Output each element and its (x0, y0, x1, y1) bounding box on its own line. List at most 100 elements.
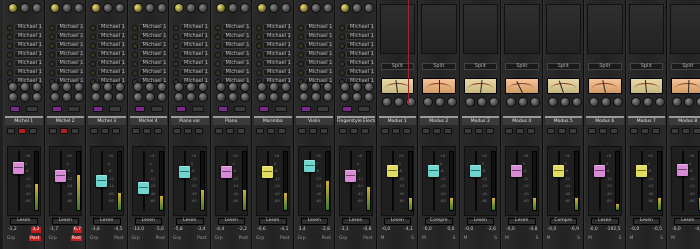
insert-slot[interactable]: Michael 1 (55, 24, 83, 31)
post-label[interactable]: S (619, 236, 622, 241)
gain-knob[interactable] (21, 4, 29, 12)
send-knob[interactable] (9, 83, 17, 91)
volume-fader[interactable] (386, 165, 398, 177)
output-knob[interactable] (673, 98, 681, 106)
mute-button[interactable] (297, 128, 306, 134)
volume-value[interactable]: -0,0 (381, 227, 392, 233)
insert-slot[interactable]: Michael 1 (346, 60, 374, 67)
post-label[interactable]: Post (322, 236, 331, 241)
insert-slot[interactable]: Michael 1 (346, 42, 374, 49)
gain-knob[interactable] (341, 4, 349, 12)
insert-slot[interactable]: Michael 1 (221, 24, 249, 31)
volume-value[interactable]: -4,4 (215, 227, 226, 233)
post-label[interactable]: Post (29, 236, 41, 241)
insert-slot[interactable]: Michael 1 (55, 69, 83, 76)
output-knob[interactable] (590, 98, 598, 106)
send-knob[interactable] (299, 83, 308, 91)
volume-value[interactable]: -0,6 (256, 227, 267, 233)
channel-name[interactable]: Fingerstyle Electric Bass (337, 116, 375, 125)
insert-slot[interactable]: Michael 1 (304, 51, 332, 58)
channel-name[interactable]: Michel 1 (5, 116, 43, 125)
solo-button[interactable] (516, 128, 524, 134)
insert-slot[interactable]: Michael 1 (304, 60, 332, 67)
insert-slot[interactable]: Michael 1 (14, 42, 42, 49)
post-label[interactable]: S (411, 236, 414, 241)
volume-fader[interactable] (552, 165, 564, 177)
volume-value[interactable]: -0,0 (547, 227, 558, 233)
post-label[interactable]: Post (70, 236, 82, 241)
insert-slot[interactable]: Michael 1 (97, 24, 125, 31)
volume-fader[interactable] (179, 166, 190, 178)
peak-value[interactable]: -4,7 (694, 227, 700, 233)
output-knob[interactable] (382, 98, 391, 106)
send-knob[interactable] (187, 83, 195, 91)
volume-fader[interactable] (511, 165, 522, 177)
send-knob[interactable] (9, 93, 17, 101)
volume-value[interactable]: -1,7 (49, 227, 60, 233)
send-knob[interactable] (74, 83, 83, 91)
mute-button[interactable] (214, 128, 223, 134)
channel-name[interactable]: Marimba (254, 116, 292, 125)
eq-button[interactable] (176, 106, 186, 112)
group-label[interactable]: Grp (339, 236, 347, 241)
automation-mode[interactable]: Lesen (508, 218, 536, 225)
send-knob[interactable] (282, 83, 290, 91)
send-knob[interactable] (133, 93, 142, 101)
mute-button[interactable] (505, 128, 513, 134)
record-button[interactable] (195, 128, 203, 134)
mute-button[interactable] (629, 128, 638, 134)
gain-knob[interactable] (240, 4, 249, 12)
post-label[interactable]: Post (363, 236, 372, 241)
volume-fader[interactable] (262, 166, 273, 178)
gain-knob[interactable] (311, 4, 320, 12)
group-label[interactable]: Grp (49, 236, 57, 241)
record-button[interactable] (402, 128, 411, 134)
insert-slot[interactable]: Michael 1 (346, 51, 374, 58)
insert-slot[interactable]: Michael 1 (138, 60, 166, 67)
gain-knob[interactable] (258, 4, 266, 12)
group-label[interactable]: M (588, 236, 592, 241)
mute-button[interactable] (588, 128, 596, 134)
insert-slot[interactable]: Michael 1 (97, 51, 125, 58)
insert-slot[interactable]: Michael 1 (304, 69, 332, 76)
send-knob[interactable] (175, 83, 183, 91)
output-knob[interactable] (548, 98, 557, 106)
volume-fader[interactable] (594, 165, 605, 177)
group-label[interactable]: M (464, 236, 468, 241)
gain-knob[interactable] (199, 4, 207, 12)
insert-slot[interactable]: Michael 1 (138, 51, 166, 58)
extra-button[interactable] (67, 106, 80, 112)
gain-knob[interactable] (157, 4, 166, 12)
gain-knob[interactable] (187, 4, 195, 12)
volume-fader[interactable] (220, 166, 232, 178)
extra-button[interactable] (358, 106, 370, 112)
insert-slot[interactable]: Michael 1 (138, 24, 166, 31)
post-label[interactable]: S (494, 236, 497, 241)
insert-slot[interactable]: Michael 1 (14, 51, 42, 58)
extra-button[interactable] (26, 106, 38, 112)
record-button[interactable] (568, 128, 577, 134)
solo-button[interactable] (433, 128, 441, 134)
record-button[interactable] (444, 128, 452, 134)
automation-mode[interactable]: Lesen (591, 218, 619, 225)
volume-fader[interactable] (428, 165, 439, 177)
record-button[interactable] (153, 128, 162, 134)
solo-button[interactable] (308, 128, 317, 134)
channel-name[interactable]: Modus 2 (420, 116, 458, 125)
gain-knob[interactable] (175, 4, 183, 12)
insert-slot[interactable]: Michael 1 (180, 69, 208, 76)
peak-value[interactable]: -4,5 (113, 227, 124, 233)
automation-mode[interactable]: Lesen (259, 218, 287, 225)
insert-slot[interactable]: Michael 1 (55, 33, 83, 40)
volume-value[interactable]: -0,0 (671, 227, 682, 233)
output-knob[interactable] (489, 98, 498, 106)
channel-name[interactable]: Modus 1 (378, 116, 416, 125)
effect-button[interactable]: Split (463, 63, 497, 70)
output-knob[interactable] (394, 98, 403, 106)
volume-fader[interactable] (345, 170, 356, 182)
output-knob[interactable] (507, 98, 515, 106)
solo-button[interactable] (599, 128, 607, 134)
insert-slot[interactable]: Michael 1 (97, 33, 125, 40)
mute-button[interactable] (173, 128, 181, 134)
post-label[interactable]: S (660, 236, 663, 241)
